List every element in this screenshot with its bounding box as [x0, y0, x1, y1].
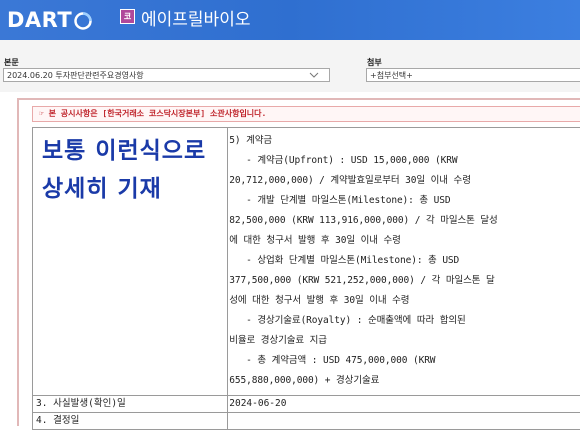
content-line: 성에 대한 청구서 발행 후 30일 이내 수령 — [229, 291, 580, 311]
main-document-select[interactable]: 2024.06.20 투자판단관련주요경영사항 — [3, 68, 330, 82]
dart-logo[interactable]: DART — [7, 7, 92, 33]
content-line: - 개발 단계별 마일스톤(Milestone): 총 USD — [229, 191, 580, 211]
logo-swirl-icon — [74, 11, 92, 29]
chevron-down-icon — [309, 70, 319, 80]
attachment-value: +첨부선택+ — [370, 71, 413, 80]
company-name: 에이프릴바이오 — [141, 5, 250, 30]
content-line: 5) 계약금 — [229, 131, 580, 151]
content-line: 377,500,000 (KRW 521,252,000,000) / 각 마일… — [229, 271, 580, 291]
annotation-line-1: 보통 이런식으로 — [42, 132, 206, 170]
content-line: 655,880,000,000) + 경상기술료 — [229, 371, 580, 391]
annotation-line-2: 상세히 기재 — [42, 170, 206, 208]
content-line: 82,500,000 (KRW 113,916,000,000) / 각 마일스… — [229, 211, 580, 231]
annotation-overlay: 보통 이런식으로 상세히 기재 — [42, 132, 206, 208]
content-line: 비율로 경상기술료 지급 — [229, 331, 580, 351]
table-row: 4. 결정일 — [33, 413, 580, 430]
document-viewer: ☞ 본 공시사항은 [한국거래소 코스닥시장본부] 소관사항입니다. 보통 이런… — [17, 98, 580, 426]
content-block: 5) 계약금 - 계약금(Upfront) : USD 15,000,000 (… — [229, 128, 580, 391]
content-line: 20,712,000,000) / 계약발효일로부터 30일 이내 수령 — [229, 171, 580, 191]
market-badge: 코 — [120, 9, 135, 24]
row-label-cell: 보통 이런식으로 상세히 기재 — [33, 128, 228, 396]
content-line: - 계약금(Upfront) : USD 15,000,000 (KRW — [229, 151, 580, 171]
notice-banner: ☞ 본 공시사항은 [한국거래소 코스닥시장본부] 소관사항입니다. — [32, 106, 580, 122]
top-header-bar: DART 코 에이프릴바이오 — [0, 0, 580, 40]
row3-label: 3. 사실발생(확인)일 — [33, 396, 228, 413]
table-row: 보통 이런식으로 상세히 기재 5) 계약금 - 계약금(Upfront) : … — [33, 128, 580, 396]
row3-value: 2024-06-20 — [228, 396, 580, 413]
logo-text: DART — [7, 8, 72, 32]
row4-value — [228, 413, 580, 430]
content-line: - 총 계약금액 : USD 475,000,000 (KRW — [229, 351, 580, 371]
table-row: 3. 사실발생(확인)일 2024-06-20 — [33, 396, 580, 413]
main-document-value: 2024.06.20 투자판단관련주요경영사항 — [7, 71, 144, 80]
content-line: - 상업화 단계별 마일스톤(Milestone): 총 USD — [229, 251, 580, 271]
attach-label: 첨부 — [367, 57, 382, 68]
row4-label: 4. 결정일 — [33, 413, 228, 430]
document-toolbar: 본문 2024.06.20 투자판단관련주요경영사항 첨부 +첨부선택+ — [0, 40, 580, 92]
main-label: 본문 — [4, 57, 19, 68]
content-line: 에 대한 청구서 발행 후 30일 이내 수령 — [229, 231, 580, 251]
content-line: - 경상기술료(Royalty) : 순매출액에 따라 합의된 — [229, 311, 580, 331]
attachment-select[interactable]: +첨부선택+ — [366, 68, 580, 82]
disclosure-table: 보통 이런식으로 상세히 기재 5) 계약금 - 계약금(Upfront) : … — [32, 127, 580, 430]
row-content-cell: 5) 계약금 - 계약금(Upfront) : USD 15,000,000 (… — [228, 128, 580, 396]
